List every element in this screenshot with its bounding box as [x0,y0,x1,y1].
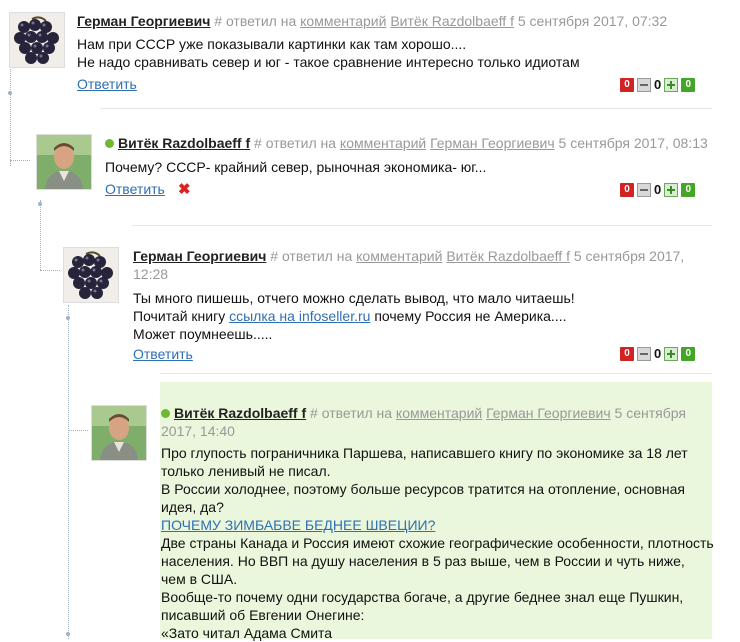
parent-author-link[interactable]: Витёк Razdolbaeff f [446,248,570,264]
comment-header: Герман Георгиевич # ответил на комментар… [133,247,693,283]
avatar[interactable] [91,405,147,461]
comment-text: Не надо сравнивать север и юг - такое ср… [77,54,580,70]
vote-widget: 0 0 0 [620,77,696,92]
replied-on-text: # ответил на [254,135,337,151]
comment-text: Почитай книгу ссылка на infoseller.ru по… [133,307,713,325]
comment-link[interactable]: комментарий [396,405,482,421]
downvote-button[interactable] [637,346,651,361]
downvote-count: 0 [620,346,634,361]
comment-separator [100,108,712,109]
parent-author-link[interactable]: Герман Георгиевич [486,405,611,421]
delete-icon[interactable]: ✖ [178,180,191,198]
comment-text: «Зато читал Адама Смита [161,625,333,641]
downvote-count: 0 [620,77,634,92]
comment-text: Вообще-то почему одни государства богаче… [161,589,684,605]
reply-meta: # ответил на комментарий Витёк Razdolbae… [214,13,667,29]
replied-on-text: # ответил на [214,13,297,29]
downvote-button[interactable] [637,182,651,197]
comment-header: Витёк Razdolbaeff f # ответил на коммент… [105,134,725,152]
man-photo-avatar-icon [37,135,91,189]
comment-text: Про глупость пограничника Паршева, напис… [161,445,688,461]
grapes-avatar-icon [10,13,64,67]
vote-widget: 0 0 0 [620,182,696,197]
upvote-button[interactable] [664,182,679,197]
downvote-button[interactable] [637,77,651,92]
upvote-button[interactable] [664,77,679,92]
comment-2: Витёк Razdolbaeff f # ответил на коммент… [0,120,740,220]
comment-link[interactable]: комментарий [300,13,386,29]
replied-on-text: # ответил на [310,405,393,421]
upvote-count: 0 [681,182,696,197]
vote-widget: 0 0 0 [620,346,696,361]
comment-text: Почему? СССР- крайний север, рыночная эк… [105,159,487,175]
downvote-count: 0 [620,182,634,197]
comment-text: ПОЧЕМУ ЗИМБАБВЕ БЕДНЕЕ ШВЕЦИИ? [161,516,721,534]
vote-score: 0 [654,77,662,92]
comment-text: Две страны Канада и Россия имеют схожие … [161,535,714,551]
comment-text: идея, да? [161,499,224,515]
infoseller-link[interactable]: ссылка на infoseller.ru [229,308,370,324]
reply-meta: # ответил на комментарий Герман Георгиев… [254,135,708,151]
comment-body: Почему? СССР- крайний север, рыночная эк… [105,158,705,176]
comment-text: Ты много пишешь, отчего можно сделать вы… [133,290,575,306]
upvote-count: 0 [681,77,696,92]
comment-separator [132,225,712,226]
comment-body: Ты много пишешь, отчего можно сделать вы… [133,289,713,343]
parent-author-link[interactable]: Витёк Razdolbaeff f [390,13,514,29]
author-name[interactable]: Герман Георгиевич [77,13,210,29]
vote-score: 0 [654,346,662,361]
comment-text: В России холоднее, поэтому больше ресурс… [161,481,685,497]
reply-link[interactable]: Ответить [105,181,165,197]
comment-link[interactable]: комментарий [356,248,442,264]
online-status-icon [161,409,170,418]
comment-header: Витёк Razdolbaeff f # ответил на коммент… [161,404,693,440]
online-status-icon [105,139,114,148]
comment-1: Герман Георгиевич # ответил на комментар… [0,0,740,108]
zimbabwe-article-link[interactable]: ПОЧЕМУ ЗИМБАБВЕ БЕДНЕЕ ШВЕЦИИ? [161,517,435,533]
comment-text: Нам при СССР уже показывали картинки как… [77,36,467,52]
thread-dot [66,632,70,636]
comment-date: 5 сентября 2017, 07:32 [517,13,668,29]
comment-body: Нам при СССР уже показывали картинки как… [77,35,717,71]
upvote-count: 0 [681,346,696,361]
comment-text: чем в США. [161,571,238,587]
avatar[interactable] [9,12,65,68]
man-photo-avatar-icon [92,406,146,460]
reply-link[interactable]: Ответить [133,346,193,362]
vote-score: 0 [654,182,662,197]
grapes-avatar-icon [64,248,118,302]
comment-text: населения. Но ВВП на душу населения в 5 … [161,553,685,569]
comment-body: Про глупость пограничника Паршева, напис… [161,444,721,642]
reply-link[interactable]: Ответить [77,76,137,92]
comment-text: писавший об Евгении Онегине: [161,607,365,623]
avatar[interactable] [36,134,92,190]
comment-text: только ленивый не писал. [161,463,331,479]
comment-date: 5 сентября 2017, 08:13 [558,135,708,151]
thread-connector [68,430,88,431]
comment-header: Герман Георгиевич # ответил на комментар… [77,12,717,30]
avatar[interactable] [63,247,119,303]
replied-on-text: # ответил на [270,248,353,264]
comment-3: Герман Георгиевич # ответил на комментар… [0,235,740,370]
parent-author-link[interactable]: Герман Георгиевич [430,135,555,151]
upvote-button[interactable] [664,346,679,361]
text-fragment: Почитай книгу [133,308,230,324]
author-name[interactable]: Герман Георгиевич [133,248,266,264]
text-fragment: почему Россия не Америка.... [370,308,567,324]
comment-separator [160,373,712,374]
author-name[interactable]: Витёк Razdolbaeff f [174,405,306,421]
comment-text: Может поумнеешь..... [133,326,273,342]
author-name[interactable]: Витёк Razdolbaeff f [118,135,250,151]
comment-link[interactable]: комментарий [340,135,426,151]
